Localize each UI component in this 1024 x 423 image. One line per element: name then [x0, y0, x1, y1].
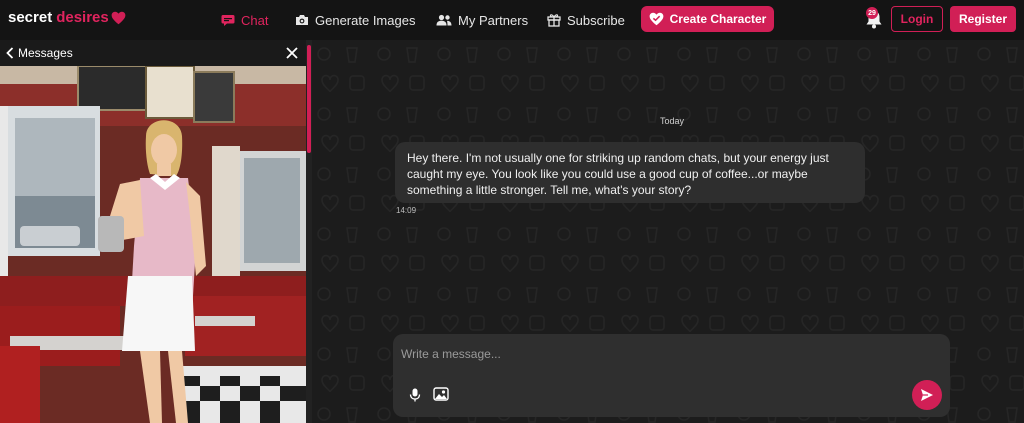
day-separator: Today	[659, 116, 685, 126]
login-button[interactable]: Login	[891, 6, 943, 32]
camera-icon	[296, 15, 308, 25]
message-composer	[393, 334, 950, 417]
brand-name-part1: secret	[8, 9, 53, 26]
back-to-messages-link[interactable]: Messages	[6, 46, 73, 60]
nav-my-partners-label: My Partners	[458, 12, 529, 28]
incoming-message-bubble: Hey there. I'm not usually one for strik…	[395, 142, 865, 203]
users-icon	[436, 14, 452, 26]
microphone-icon[interactable]	[409, 388, 421, 402]
close-icon[interactable]	[285, 46, 299, 60]
character-panel-header: Messages	[0, 40, 306, 66]
send-button[interactable]	[912, 380, 942, 410]
chat-bubble-icon	[221, 14, 235, 26]
brand-logo[interactable]: secret desires	[8, 9, 126, 26]
character-panel: Messages	[0, 40, 306, 423]
send-icon	[921, 389, 933, 401]
nav-subscribe[interactable]: Subscribe	[547, 0, 625, 40]
message-timestamp: 14:09	[396, 206, 417, 215]
brand-name-part2: desires	[56, 9, 109, 26]
nav-chat-label: Chat	[241, 12, 269, 28]
message-input[interactable]	[401, 344, 901, 364]
nav-my-partners[interactable]: My Partners	[436, 0, 528, 40]
top-navigation-bar: secret desires Chat Generate Images My P…	[0, 0, 1024, 40]
heart-logo-icon	[111, 11, 126, 24]
create-character-button[interactable]: Create Character	[641, 6, 774, 32]
panel-scrollbar-thumb[interactable]	[307, 45, 311, 153]
nav-subscribe-label: Subscribe	[567, 12, 625, 28]
nav-chat[interactable]: Chat	[221, 0, 268, 40]
back-label: Messages	[18, 46, 73, 60]
nav-generate-images-label: Generate Images	[315, 12, 416, 28]
notification-count-badge: 29	[866, 7, 878, 19]
nav-generate-images[interactable]: Generate Images	[295, 0, 415, 40]
create-character-label: Create Character	[669, 12, 767, 26]
gift-icon	[547, 14, 561, 27]
heart-plus-icon	[649, 12, 664, 26]
chat-area: Today Hey there. I'm not usually one for…	[312, 40, 1024, 423]
chevron-left-icon	[6, 47, 14, 59]
character-portrait-image	[0, 66, 306, 423]
register-button[interactable]: Register	[950, 6, 1016, 32]
image-icon[interactable]	[433, 387, 449, 401]
